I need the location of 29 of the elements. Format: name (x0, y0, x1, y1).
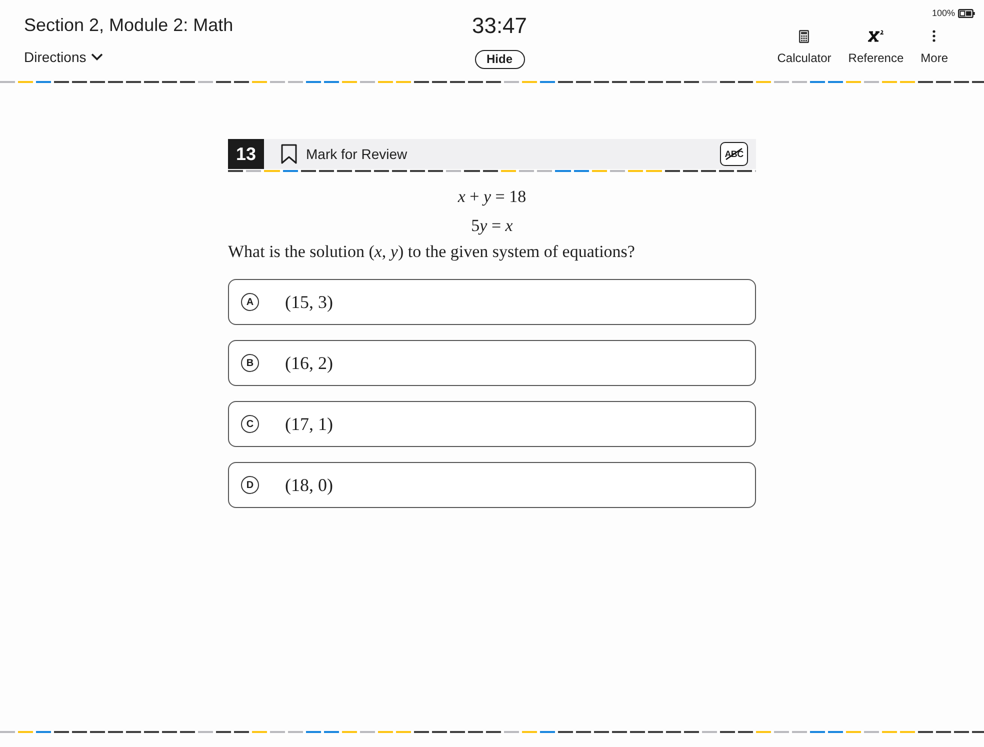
more-icon (932, 30, 936, 42)
choice-text: (15, 3) (285, 292, 333, 312)
choice-letter: D (241, 476, 259, 494)
choice-text: (18, 0) (285, 474, 333, 496)
calculator-icon (799, 30, 810, 43)
answer-choice[interactable]: B (16, 2) (228, 340, 756, 386)
more-button[interactable]: More (920, 30, 948, 65)
choice-text: (17, 1) (285, 414, 333, 434)
section-title: Section 2, Module 2: Math (24, 14, 234, 36)
mark-for-review-button[interactable]: Mark for Review (281, 144, 408, 164)
battery-icon (958, 8, 975, 18)
battery-percent: 100% (932, 8, 955, 18)
choice-letter: B (241, 354, 259, 372)
reference-button[interactable]: Reference (848, 30, 904, 65)
answer-choice[interactable]: A (15, 3) (228, 279, 756, 325)
question-number: 13 (228, 139, 264, 169)
choice-letter: A (241, 293, 259, 311)
choice-text: (16, 2) (285, 352, 333, 374)
equation: 5y = x (471, 215, 513, 237)
answer-choice[interactable]: C (17, 1) (228, 401, 756, 447)
choice-letter: C (241, 415, 259, 433)
directions-button[interactable]: Directions (24, 48, 104, 66)
hide-button[interactable]: Hide (474, 50, 524, 69)
timer: 33:47 (472, 13, 528, 39)
question-text: What is the solution (x, y) to the given system of equations? (228, 241, 635, 263)
calculator-button[interactable]: Calculator (777, 30, 832, 65)
equation: x + y = 18 (458, 186, 526, 208)
superscript-x-icon (868, 30, 884, 42)
answer-choice[interactable]: D (18, 0) (228, 462, 756, 508)
